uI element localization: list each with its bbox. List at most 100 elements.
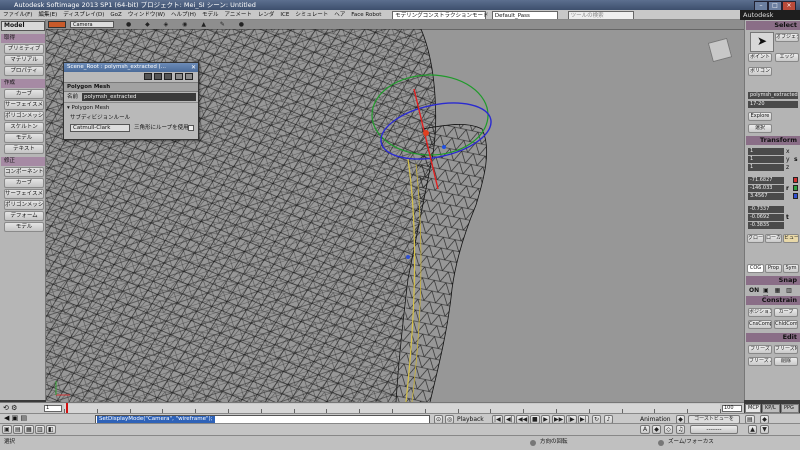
scale-x-field[interactable]: 1: [748, 148, 784, 155]
translation-label[interactable]: t: [786, 214, 789, 221]
viewport-icons[interactable]: ● ◆ ◈ ◉ ▲ ✎ ●: [126, 21, 250, 28]
lock-icon[interactable]: [175, 73, 183, 80]
dialog-tool-icon[interactable]: [154, 73, 162, 80]
tool-icon[interactable]: ▦: [24, 425, 34, 434]
select-polygon-button[interactable]: ポリゴン: [748, 67, 772, 76]
translation-x-field[interactable]: -0.7337: [748, 206, 784, 213]
create-polygon-mesh-button[interactable]: ポリゴンメッシュ: [4, 111, 44, 121]
freeze-m-button[interactable]: フリーズM: [774, 345, 798, 354]
camera-select[interactable]: Camera: [70, 21, 114, 28]
tool-icon[interactable]: ▤: [13, 425, 23, 434]
toolbar-mode-select[interactable]: Model: [1, 21, 45, 31]
translation-y-field[interactable]: -0.0692: [748, 214, 784, 221]
scroll-up-icon[interactable]: ▲: [748, 425, 757, 434]
tool-icon[interactable]: ◧: [46, 425, 56, 434]
name-field[interactable]: polymsh_extracted: [82, 93, 196, 101]
key-z-icon[interactable]: [793, 193, 798, 199]
dialog-tool-icon[interactable]: [144, 73, 152, 80]
selection-range-field[interactable]: 17-20: [748, 101, 798, 108]
key-x-icon[interactable]: [793, 177, 798, 183]
property-dialog[interactable]: Scene_Root : polymsh_extracted (... ✕ Po…: [63, 62, 199, 140]
create-skeleton-button[interactable]: スケルトン: [4, 122, 44, 132]
modify-surface-mesh-button[interactable]: サーフェイスメッシュ: [4, 189, 44, 199]
sym-button[interactable]: Sym: [783, 264, 799, 273]
timeline-icons[interactable]: ⟲ ⚙: [3, 404, 17, 412]
timeline-track[interactable]: [64, 404, 721, 413]
help-icon[interactable]: [185, 73, 193, 80]
get-primitive-button[interactable]: プリミティブ: [4, 44, 44, 54]
child-comp-button[interactable]: ChldComp: [774, 320, 798, 329]
modify-curve-button[interactable]: カーブ: [4, 178, 44, 188]
tab-ppg[interactable]: PPG: [781, 404, 799, 413]
tool-search-input[interactable]: ツールの検索: [567, 11, 634, 19]
freeze-button[interactable]: フリーズ: [748, 345, 772, 354]
menu-animate[interactable]: アニメート: [222, 10, 255, 19]
mute-icon[interactable]: ♫: [676, 425, 686, 434]
dialog-tool-icon[interactable]: [164, 73, 172, 80]
create-surface-mesh-button[interactable]: サーフェイスメッシュ: [4, 100, 44, 110]
scroll-down-icon[interactable]: ▼: [760, 425, 769, 434]
explore-button[interactable]: Explore: [748, 112, 772, 121]
selection-name-field[interactable]: polymsh_extracted: [748, 92, 798, 99]
select-object-button[interactable]: オブジェクト: [775, 33, 799, 42]
get-material-button[interactable]: マテリアル: [4, 55, 44, 65]
select-edge-button[interactable]: エッジ: [775, 53, 799, 62]
loop-triangles-checkbox[interactable]: [188, 125, 194, 131]
key-add-icon[interactable]: ◆: [652, 425, 661, 434]
viewport-letter-button[interactable]: [48, 21, 66, 28]
view-ref-button[interactable]: ビュー: [783, 234, 799, 243]
playback-options-select[interactable]: -------: [690, 425, 738, 434]
menu-hair[interactable]: ヘア: [331, 10, 348, 19]
menu-goz[interactable]: GoZ: [107, 10, 124, 19]
menu-file[interactable]: ファイル(F): [0, 10, 35, 19]
tab-kpl[interactable]: KP/L: [762, 404, 780, 413]
menu-face-robot[interactable]: Face Robot: [348, 10, 384, 19]
command-text[interactable]: SetDisplayMode("Camera", "wireframe");: [97, 416, 215, 423]
get-property-button[interactable]: プロパティ: [4, 66, 44, 76]
snap-toggle[interactable]: ON: [749, 287, 759, 294]
timeline[interactable]: ⟲ ⚙ 1 100: [0, 402, 744, 414]
modify-deform-button[interactable]: デフォーム: [4, 211, 44, 221]
layout-select[interactable]: モデリングコンストラクションモード: [392, 11, 489, 19]
menu-edit[interactable]: 編集(E): [35, 10, 60, 19]
timeline-end-field[interactable]: 100: [722, 405, 742, 412]
rotation-x-field[interactable]: -71.6827: [748, 177, 784, 184]
rotation-y-field[interactable]: -146.033: [748, 185, 784, 192]
script-icons[interactable]: ◀ ▣ ▤: [4, 414, 27, 422]
constrain-curve-button[interactable]: カーブ: [774, 308, 798, 317]
tab-mcp[interactable]: MCP: [745, 404, 761, 413]
scale-z-field[interactable]: 1: [748, 164, 784, 171]
menu-ice[interactable]: ICE: [277, 10, 292, 19]
select-menu-button[interactable]: 選択: [748, 124, 772, 133]
menu-window[interactable]: ウィンドウ(W): [125, 10, 168, 19]
translation-z-field[interactable]: -0.3835: [748, 222, 784, 229]
modify-component-button[interactable]: コンポーネント: [4, 167, 44, 177]
scale-y-field[interactable]: 1: [748, 156, 784, 163]
constrain-position-button[interactable]: ポジション: [748, 308, 772, 317]
menu-simulate[interactable]: シミュレート: [292, 10, 331, 19]
select-arrow-icon[interactable]: ➤: [750, 32, 774, 52]
tool-icon[interactable]: ▥: [35, 425, 45, 434]
modify-model-button[interactable]: モデル: [4, 222, 44, 232]
menu-render[interactable]: レンダ: [255, 10, 278, 19]
menu-model[interactable]: モデル: [199, 10, 222, 19]
create-curve-button[interactable]: カーブ: [4, 89, 44, 99]
freeze-all-button[interactable]: フリーズ All: [748, 357, 772, 366]
delete-button[interactable]: 削除: [774, 357, 798, 366]
polygon-mesh-section[interactable]: ▾ Polygon Mesh: [64, 102, 198, 113]
key-remove-icon[interactable]: ◇: [664, 425, 673, 434]
rotation-label[interactable]: r: [786, 185, 789, 192]
menu-display[interactable]: ディスプレイ(D): [60, 10, 107, 19]
menu-help[interactable]: ヘルプ(H): [168, 10, 199, 19]
dialog-title[interactable]: Scene_Root : polymsh_extracted (... ✕: [64, 63, 198, 72]
global-ref-button[interactable]: グローバル: [747, 234, 764, 243]
key-y-icon[interactable]: [793, 185, 798, 191]
timeline-start-field[interactable]: 1: [44, 405, 62, 412]
modify-polygon-mesh-button[interactable]: ポリゴンメッシュ: [4, 200, 44, 210]
select-point-button[interactable]: ポイント: [748, 53, 772, 62]
create-model-button[interactable]: モデル: [4, 133, 44, 143]
scale-label[interactable]: s: [794, 156, 798, 163]
pass-select[interactable]: Default_Pass: [491, 11, 558, 19]
tool-icon[interactable]: ▣: [2, 425, 12, 434]
prop-button[interactable]: Prop: [765, 264, 782, 273]
